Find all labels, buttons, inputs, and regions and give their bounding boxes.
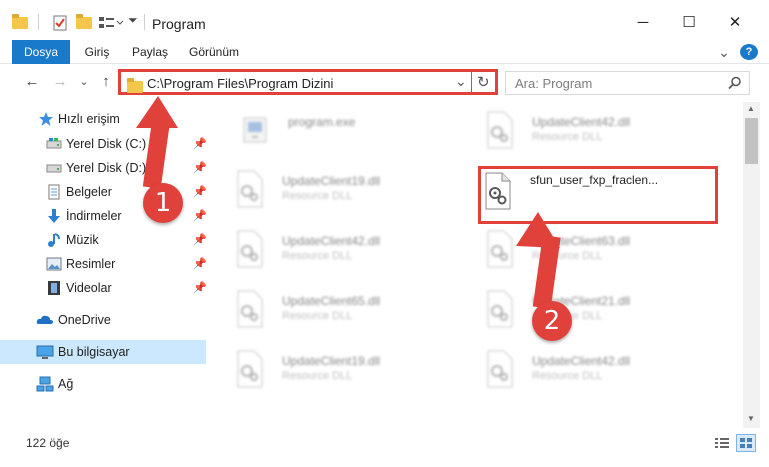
arrow-2 [516,212,561,309]
arrow-1 [136,96,178,189]
callout-1: 1 [143,183,183,223]
annotation-arrows [136,96,561,309]
callout-2: 2 [532,301,572,341]
